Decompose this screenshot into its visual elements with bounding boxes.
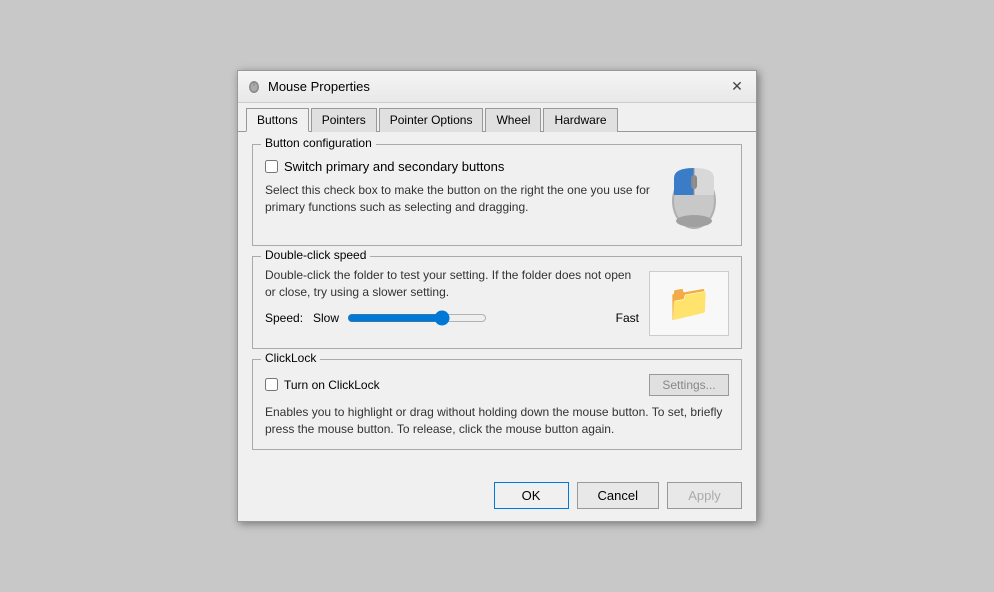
clicklock-settings-button[interactable]: Settings...: [649, 374, 729, 396]
cancel-button[interactable]: Cancel: [577, 482, 659, 509]
tab-buttons[interactable]: Buttons: [246, 108, 309, 132]
speed-label: Speed:: [265, 311, 305, 325]
mouse-illustration: [659, 153, 729, 233]
clicklock-group: ClickLock Turn on ClickLock Settings... …: [252, 359, 742, 451]
dialog-title: Mouse Properties: [268, 79, 726, 94]
tab-bar: Buttons Pointers Pointer Options Wheel H…: [238, 103, 756, 132]
button-config-description: Select this check box to make the button…: [265, 182, 659, 216]
primary-secondary-checkbox[interactable]: [265, 160, 278, 173]
fast-label: Fast: [616, 311, 639, 325]
folder-test-area[interactable]: 📁: [649, 271, 729, 336]
clicklock-description: Enables you to highlight or drag without…: [265, 404, 729, 438]
tab-wheel[interactable]: Wheel: [485, 108, 541, 132]
ok-button[interactable]: OK: [494, 482, 569, 509]
apply-button[interactable]: Apply: [667, 482, 742, 509]
speed-slider[interactable]: [347, 310, 487, 326]
dialog-buttons: OK Cancel Apply: [238, 472, 756, 521]
tab-pointer-options[interactable]: Pointer Options: [379, 108, 484, 132]
clicklock-label: ClickLock: [261, 351, 320, 365]
double-click-label: Double-click speed: [261, 248, 370, 262]
tab-pointers[interactable]: Pointers: [311, 108, 377, 132]
slow-label: Slow: [313, 311, 339, 325]
clicklock-checkbox[interactable]: [265, 378, 278, 391]
button-config-label: Button configuration: [261, 136, 376, 150]
dialog-content: Button configuration Switch primary and …: [238, 132, 756, 473]
mouse-properties-dialog: Mouse Properties ✕ Buttons Pointers Poin…: [237, 70, 757, 523]
primary-secondary-label: Switch primary and secondary buttons: [284, 159, 504, 174]
tab-hardware[interactable]: Hardware: [543, 108, 617, 132]
clicklock-checkbox-label: Turn on ClickLock: [284, 378, 380, 392]
button-config-group: Button configuration Switch primary and …: [252, 144, 742, 246]
title-bar: Mouse Properties ✕: [238, 71, 756, 103]
double-click-group: Double-click speed Double-click the fold…: [252, 256, 742, 349]
double-click-description: Double-click the folder to test your set…: [265, 267, 639, 301]
folder-icon: 📁: [667, 282, 712, 324]
dialog-icon: [246, 78, 262, 94]
close-button[interactable]: ✕: [726, 75, 748, 97]
